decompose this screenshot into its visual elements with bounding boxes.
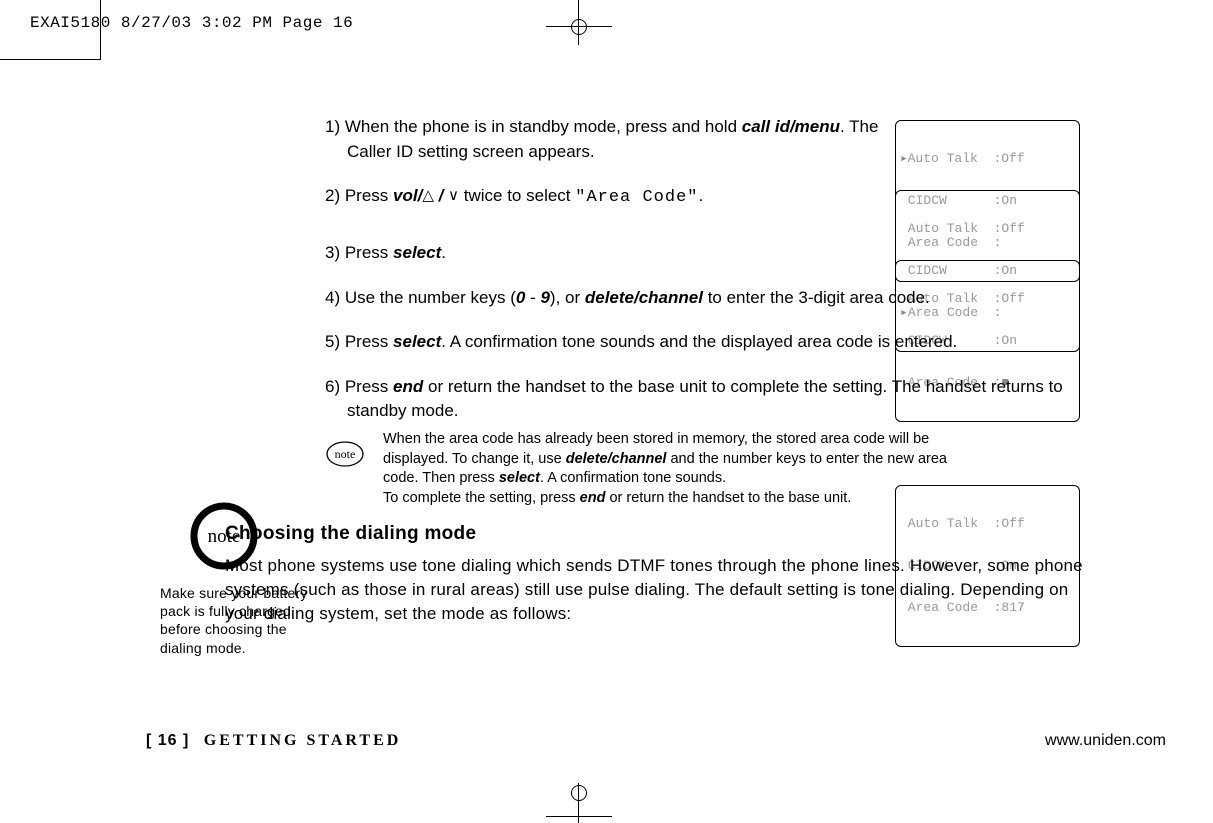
text: 5) Press <box>325 332 393 351</box>
inline-note: note When the area code has already been… <box>325 430 965 508</box>
text: to enter the 3-digit area code. <box>703 288 930 307</box>
text: . A confirmation tone sounds. <box>540 470 726 486</box>
key-label: select <box>499 470 540 486</box>
key-label: end <box>580 490 606 506</box>
page-body: ▸ Auto Talk :Off CIDCW :On Area Code : A… <box>100 60 1120 760</box>
footer-url: www.uniden.com <box>1045 732 1166 750</box>
text: ), or <box>550 288 585 307</box>
print-slug: EXAI5180 8/27/03 3:02 PM Page 16 <box>30 14 353 32</box>
key-label: vol/ <box>393 186 422 205</box>
key-label: select <box>393 243 441 262</box>
crop-mark <box>546 816 612 817</box>
key-label: 9 <box>540 288 549 307</box>
text: twice to select <box>459 186 575 205</box>
text: or return the handset to the base unit. <box>605 490 851 506</box>
crop-mark <box>0 59 100 60</box>
text: . A confirmation tone sounds and the dis… <box>441 332 957 351</box>
slash: / <box>434 186 448 205</box>
step-2: 2) Press vol/△ / ∨ twice to select "Area… <box>325 184 887 211</box>
step-5: 5) Press select. A confirmation tone sou… <box>325 330 1102 355</box>
key-label: call id/menu <box>742 117 840 136</box>
text: 6) Press <box>325 377 393 396</box>
key-label: end <box>393 377 423 396</box>
text: 3) Press <box>325 243 393 262</box>
text: . <box>441 243 446 262</box>
svg-text:note: note <box>335 447 356 461</box>
note-icon: note <box>325 434 365 481</box>
text: 1) When the phone is in standby mode, pr… <box>325 117 742 136</box>
section-paragraph: Most phone systems use tone dialing whic… <box>225 554 1085 625</box>
page-number: [ 16 ] <box>146 732 189 749</box>
text: To complete the setting, press <box>383 490 580 506</box>
section-label: GETTING STARTED <box>204 732 402 749</box>
inline-note-text: When the area code has already been stor… <box>383 430 965 508</box>
page-footer: [ 16 ] GETTING STARTED www.uniden.com <box>146 732 1166 750</box>
section-heading: Choosing the dialing mode <box>225 520 1095 548</box>
text: 4) Use the number keys ( <box>325 288 516 307</box>
key-label: delete/channel <box>566 451 667 467</box>
text: 2) Press <box>325 186 393 205</box>
down-arrow-icon: ∨ <box>448 187 459 204</box>
text: or return the handset to the base unit t… <box>347 377 1063 421</box>
key-label: delete/channel <box>585 288 703 307</box>
registration-circle-icon <box>571 785 587 801</box>
registration-circle-icon <box>571 19 587 35</box>
key-label: 0 <box>516 288 525 307</box>
step-1: 1) When the phone is in standby mode, pr… <box>325 115 887 164</box>
step-3: 3) Press select. <box>325 241 887 266</box>
main-content: 1) When the phone is in standby mode, pr… <box>325 115 1095 625</box>
lcd-text-inline: "Area Code" <box>575 188 698 207</box>
crop-mark <box>100 0 101 60</box>
step-6: 6) Press end or return the handset to th… <box>325 375 1102 424</box>
text: . <box>698 186 703 205</box>
text: - <box>525 288 540 307</box>
key-label: select <box>393 332 441 351</box>
up-arrow-icon: △ <box>422 187 434 204</box>
step-4: 4) Use the number keys (0 - 9), or delet… <box>325 286 1102 311</box>
